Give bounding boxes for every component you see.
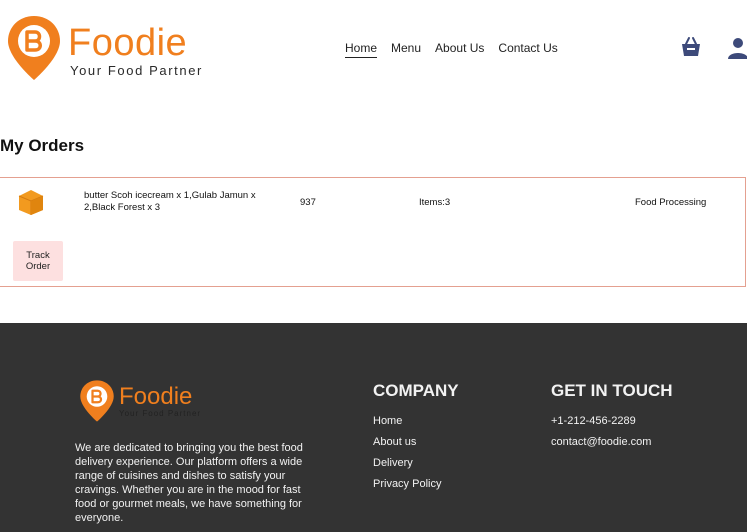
track-order-button[interactable]: Track Order [13,241,63,281]
order-item-count: Items:3 [419,197,451,208]
footer-logo[interactable]: Foodie Your Food Partner [79,378,201,424]
site-footer: Foodie Your Food Partner We are dedicate… [0,323,747,532]
order-amount: 937 [300,197,316,208]
footer-logo-pin-icon [80,380,114,422]
footer-link-privacy-policy[interactable]: Privacy Policy [373,478,441,490]
order-card: butter Scoh icecream x 1,Gulab Jamun x 2… [0,177,746,287]
footer-description: We are dedicated to bringing you the bes… [75,442,303,524]
brand-name: Foodie [68,22,188,64]
logo[interactable]: Foodie Your Food Partner [6,14,203,82]
site-header: Foodie Your Food Partner Home Menu About… [0,0,747,100]
nav-menu[interactable]: Menu [391,41,421,58]
nav-about-us[interactable]: About Us [435,41,484,58]
parcel-icon [18,190,44,215]
order-items: butter Scoh icecream x 1,Gulab Jamun x 2… [84,190,256,213]
page-title: My Orders [0,136,85,155]
footer-contact-info: +1-212-456-2289 contact@foodie.com [551,415,651,457]
footer-link-home[interactable]: Home [373,415,402,427]
footer-company-title: COMPANY [373,381,459,400]
footer-email: contact@foodie.com [551,436,652,448]
footer-company-links: Home About us Delivery Privacy Policy [373,415,441,499]
footer-phone: +1-212-456-2289 [551,415,636,427]
main-nav: Home Menu About Us Contact Us [345,41,558,58]
order-status: Food Processing [635,197,707,208]
user-icon[interactable] [726,36,747,60]
nav-contact-us[interactable]: Contact Us [498,41,557,58]
footer-brand-name: Foodie [119,383,193,410]
footer-contact-title: GET IN TOUCH [551,381,673,400]
brand-tagline: Your Food Partner [70,63,203,78]
footer-brand-tagline: Your Food Partner [119,409,202,418]
logo-pin-icon [8,16,60,80]
nav-home[interactable]: Home [345,41,378,58]
basket-icon[interactable] [680,36,702,58]
footer-link-about-us[interactable]: About us [373,436,416,448]
footer-link-delivery[interactable]: Delivery [373,457,413,469]
